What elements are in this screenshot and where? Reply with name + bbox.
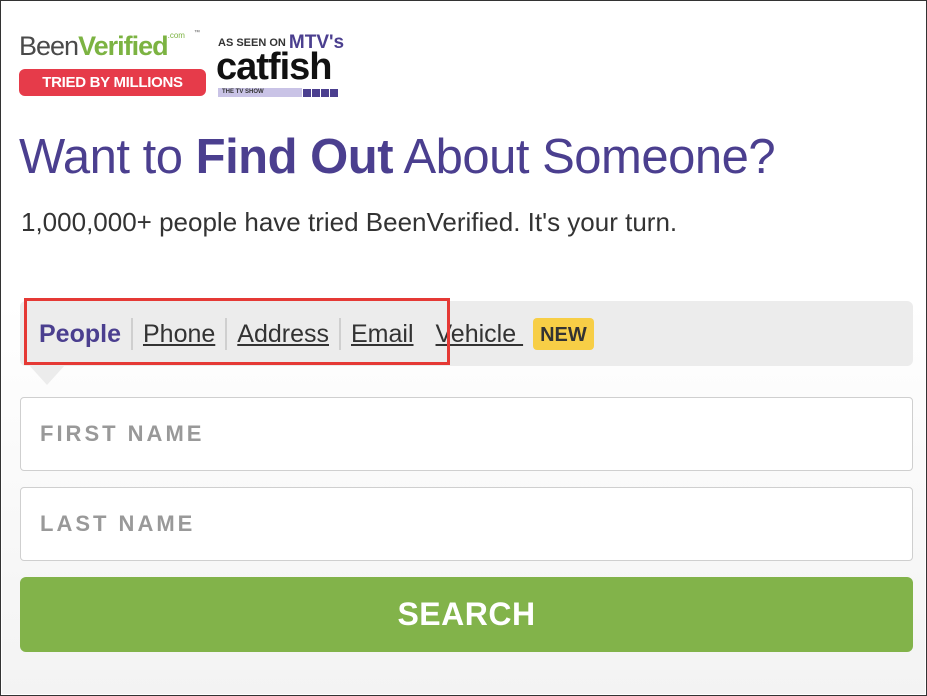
headline-bold: Find Out [195,130,394,184]
tried-by-millions-badge: TRIED BY MILLIONS [19,69,206,96]
active-tab-caret [29,365,65,385]
logo-text-been: Been [19,31,79,61]
page-frame: BeenVerified.com ™ TRIED BY MILLIONS AS … [0,0,927,696]
bar-square [303,88,311,97]
trademark-symbol: ™ [194,30,200,36]
last-name-input[interactable] [20,487,913,561]
bar-square [330,88,338,97]
tv-show-bar: THE TV SHOW [218,88,338,97]
search-button[interactable]: SEARCH [20,577,913,652]
page-headline: Want to Find Out About Someone? [19,129,776,185]
first-name-input[interactable] [20,397,913,471]
tv-show-text: THE TV SHOW [218,88,302,97]
page-subheadline: 1,000,000+ people have tried BeenVerifie… [21,207,678,237]
headline-pre: Want to [19,130,196,184]
headline-post: About Someone? [393,130,776,184]
logo-text-verified: Verified [78,31,169,61]
new-badge: NEW [533,317,594,350]
catfish-logo: catfish [216,46,332,88]
logo-dotcom: .com [167,31,185,40]
bar-square [321,88,329,97]
highlight-box [24,298,450,365]
bar-square [312,88,320,97]
beenverified-logo: BeenVerified.com [19,31,185,62]
